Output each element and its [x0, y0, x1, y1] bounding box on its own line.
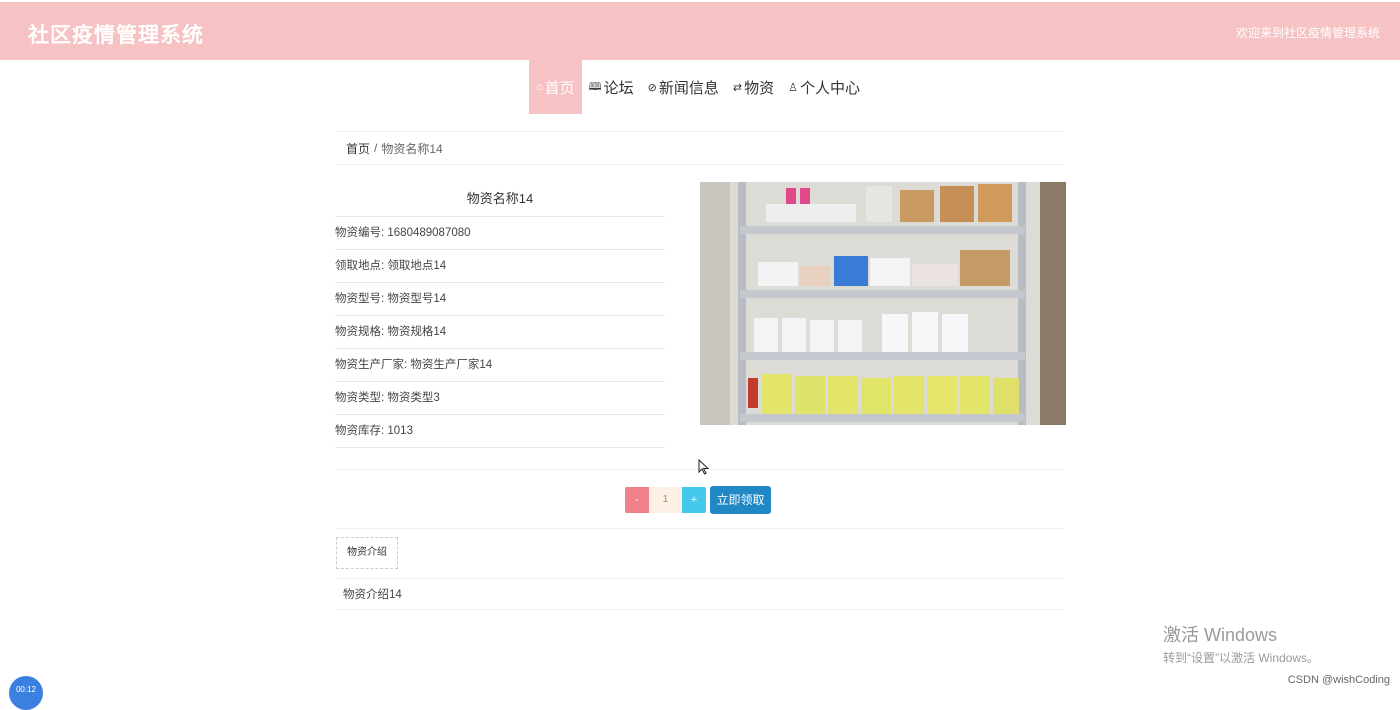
tag-icon: ⊘: [647, 81, 657, 94]
nav-item-news[interactable]: ⊘ 新闻信息: [641, 60, 726, 114]
breadcrumb-current: 物资名称14: [381, 141, 443, 156]
supply-code: 物资编号: 1680489087080: [335, 217, 665, 250]
nav-item-personal[interactable]: ♙ 个人中心: [781, 60, 867, 114]
mouse-cursor-icon: [698, 459, 710, 475]
claim-now-button[interactable]: 立即领取: [710, 486, 771, 514]
nav-item-label: 论坛: [603, 79, 634, 97]
supply-stock: 物资库存: 1013: [335, 415, 665, 448]
nav-item-supplies[interactable]: ⇄ 物资: [726, 60, 781, 114]
supply-model: 物资型号: 物资型号14: [335, 283, 665, 316]
breadcrumb-separator: /: [374, 141, 378, 155]
watermark-title: 激活 Windows: [1163, 625, 1278, 645]
supply-info: 物资名称14 物资编号: 1680489087080 领取地点: 领取地点14 …: [335, 182, 665, 448]
quantity-input[interactable]: 1: [649, 487, 682, 513]
decrement-button[interactable]: -: [625, 487, 649, 513]
supply-name: 物资名称14: [335, 182, 665, 217]
nav-item-forum[interactable]: 🕮 论坛: [582, 60, 641, 114]
nav-item-label: 物资: [744, 79, 775, 97]
watermark-subtitle: 转到“设置”以激活 Windows。: [1163, 651, 1320, 665]
supply-description: 物资介绍14: [336, 578, 1064, 610]
supply-spec: 物资规格: 物资规格14: [335, 316, 665, 349]
main-nav: ⌂ 首页 🕮 论坛 ⊘ 新闻信息 ⇄ 物资 ♙ 个人中心: [529, 60, 867, 114]
supply-type: 物资类型: 物资类型3: [335, 382, 665, 415]
sliders-icon: ⇄: [732, 81, 743, 94]
breadcrumb-home[interactable]: 首页: [346, 140, 370, 157]
nav-item-home[interactable]: ⌂ 首页: [529, 60, 582, 114]
windows-activation-watermark: 激活 Windows 转到“设置”以激活 Windows。: [1163, 621, 1319, 666]
nav-item-label: 首页: [544, 79, 575, 97]
tab-supply-intro[interactable]: 物资介绍: [336, 537, 398, 569]
shelf-image: [700, 182, 1066, 425]
supply-photo: [700, 182, 1066, 425]
divider: [336, 528, 1064, 529]
system-title: 社区疫情管理系统: [28, 24, 204, 47]
supply-manufacturer: 物资生产厂家: 物资生产厂家14: [335, 349, 665, 382]
welcome-text: 欢迎来到社区疫情管理系统: [1235, 26, 1380, 40]
nav-item-label: 新闻信息: [658, 79, 719, 97]
book-icon: 🕮: [588, 80, 602, 93]
pickup-location: 领取地点: 领取地点14: [335, 250, 665, 283]
increment-button[interactable]: +: [682, 487, 706, 513]
nav-item-label: 个人中心: [800, 79, 861, 97]
breadcrumb: 首页 / 物资名称14: [336, 131, 1064, 165]
top-header: 社区疫情管理系统 欢迎来到社区疫情管理系统: [0, 2, 1400, 60]
recording-timer: 00:12: [9, 676, 43, 710]
csdn-credit: CSDN @wishCoding: [1287, 674, 1390, 686]
quantity-stepper: - 1 + 立即领取: [625, 486, 771, 514]
home-icon: ⌂: [536, 81, 543, 93]
user-icon: ♙: [788, 81, 799, 94]
